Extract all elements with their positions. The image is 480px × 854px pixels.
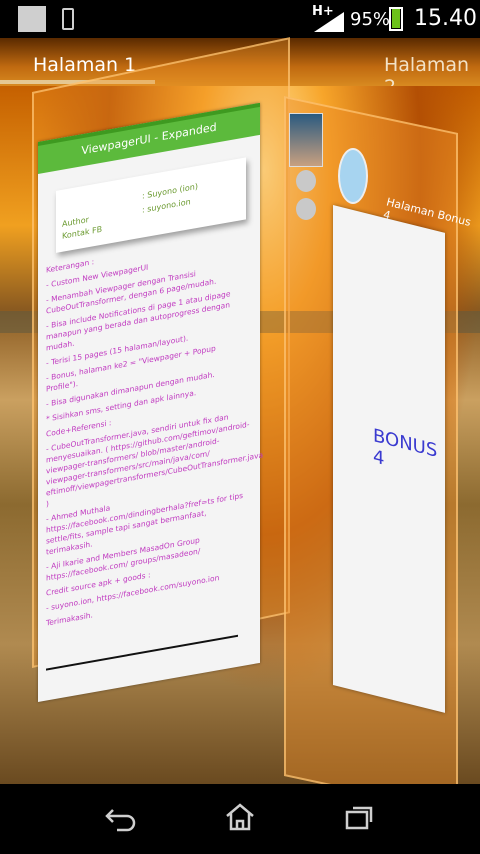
back-icon[interactable] <box>103 802 137 832</box>
headphones-icon[interactable] <box>296 198 316 220</box>
divider <box>46 634 238 671</box>
home-icon[interactable] <box>223 802 257 832</box>
clock: 15.40 <box>414 6 477 31</box>
page-card-right[interactable]: BONUS 4 <box>333 205 445 713</box>
wifi-icon <box>18 6 46 32</box>
status-bar: H+ 95% 15.40 <box>0 0 480 38</box>
battery-icon <box>389 7 403 31</box>
card-body: Keterangan : - Custom New ViewpagerUI - … <box>46 229 263 629</box>
settings-icon[interactable] <box>296 170 316 192</box>
bonus-label: BONUS 4 <box>373 424 438 470</box>
signal-icon <box>314 12 344 32</box>
message-icon[interactable] <box>338 148 368 204</box>
contact-value: : suyono.ion <box>142 197 191 215</box>
phone-icon <box>62 8 74 30</box>
avatar[interactable] <box>289 113 323 167</box>
page-card-left[interactable]: ViewpagerUI - Expanded : Suyono (ion) : … <box>38 102 263 702</box>
navigation-bar <box>0 784 480 854</box>
battery-percent: 95% <box>350 9 391 30</box>
recents-icon[interactable] <box>343 802 377 832</box>
